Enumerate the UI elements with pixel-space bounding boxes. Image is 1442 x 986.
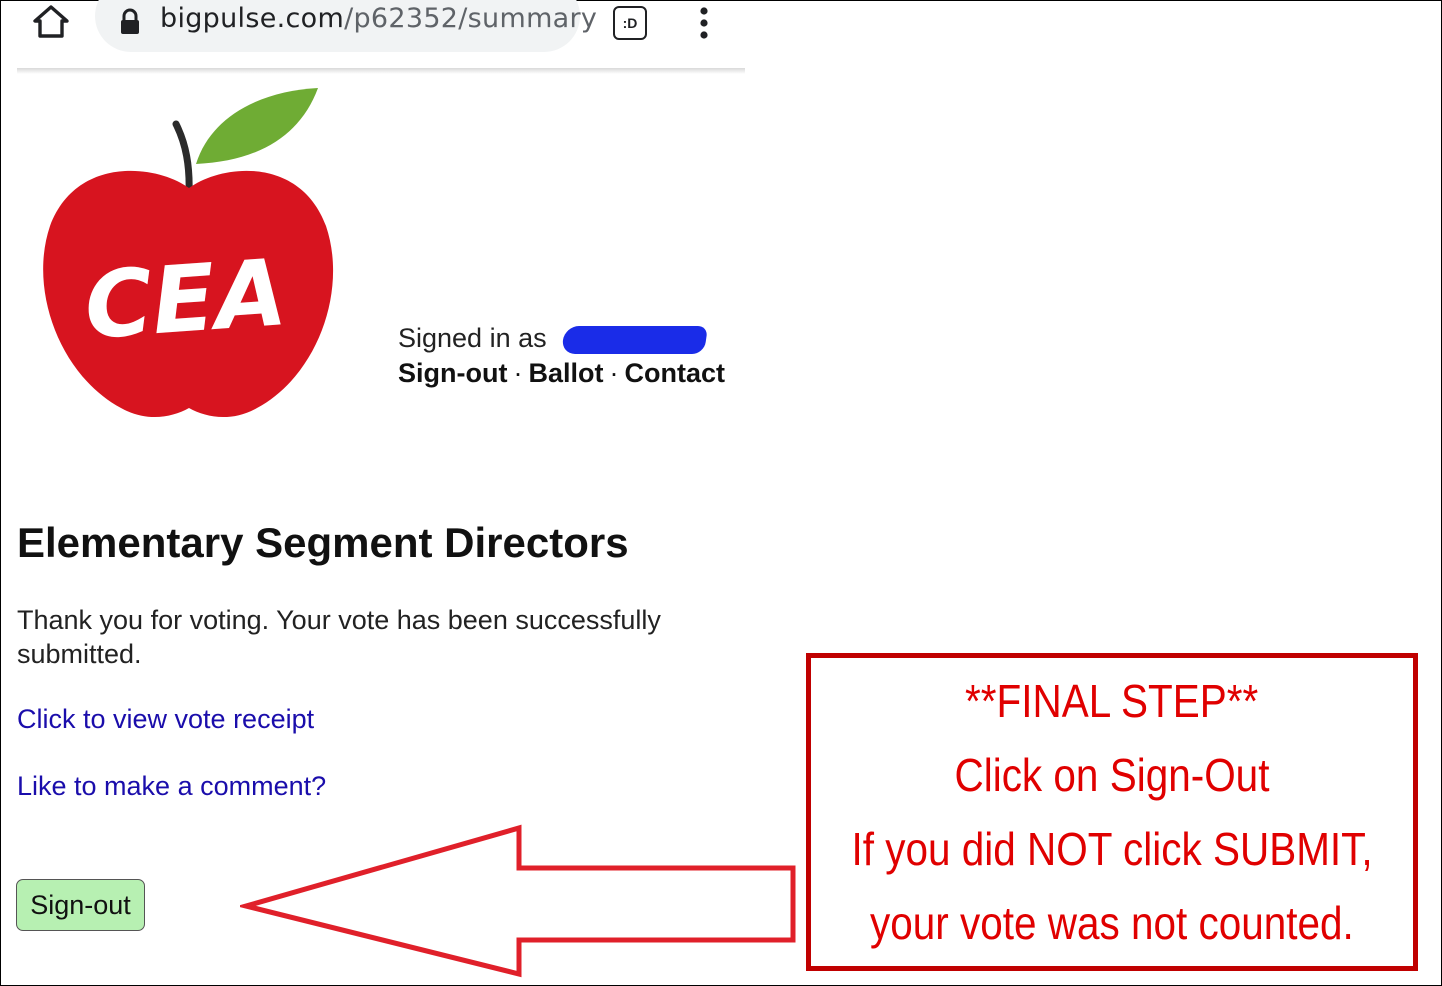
nav-separator: · [609,358,619,388]
url-text[interactable]: bigpulse.com/p62352/summary [160,3,597,34]
sign-out-button[interactable]: Sign-out [16,879,145,931]
tab-switcher-glyph: :D [622,15,638,31]
signed-in-label: Signed in as [398,323,547,353]
lock-icon [121,8,139,34]
url-domain: bigpulse.com [160,3,345,34]
logo-text: CEA [81,239,290,360]
kebab-menu-icon[interactable] [694,5,714,41]
nav-contact-link[interactable]: Contact [624,358,725,388]
confirmation-message: Thank you for voting. Your vote has been… [17,605,661,669]
callout-line: **FINAL STEP** [965,675,1259,727]
final-step-callout: **FINAL STEP** Click on Sign-Out If you … [806,653,1418,971]
redacted-username [561,326,708,354]
comment-link[interactable]: Like to make a comment? [17,771,326,802]
callout-line: If you did NOT click SUBMIT, [851,823,1373,875]
callout-line: Click on Sign-Out [954,749,1270,801]
callout-line: your vote was not counted. [870,897,1354,949]
home-icon[interactable] [30,2,72,42]
nav-sign-out-link[interactable]: Sign-out [398,358,507,388]
url-path: /p62352/summary [344,3,598,34]
tab-switcher-icon[interactable]: :D [613,6,647,40]
left-arrow-annotation [240,824,796,978]
toolbar-shadow [17,68,745,74]
nav-ballot-link[interactable]: Ballot [528,358,603,388]
vote-receipt-link[interactable]: Click to view vote receipt [17,704,314,735]
leaf-shape [196,88,318,164]
account-nav: Sign-out · Ballot · Contact [398,358,725,389]
cea-apple-logo: CEA [43,88,334,418]
page-title: Elementary Segment Directors [17,519,629,566]
nav-separator: · [513,358,523,388]
